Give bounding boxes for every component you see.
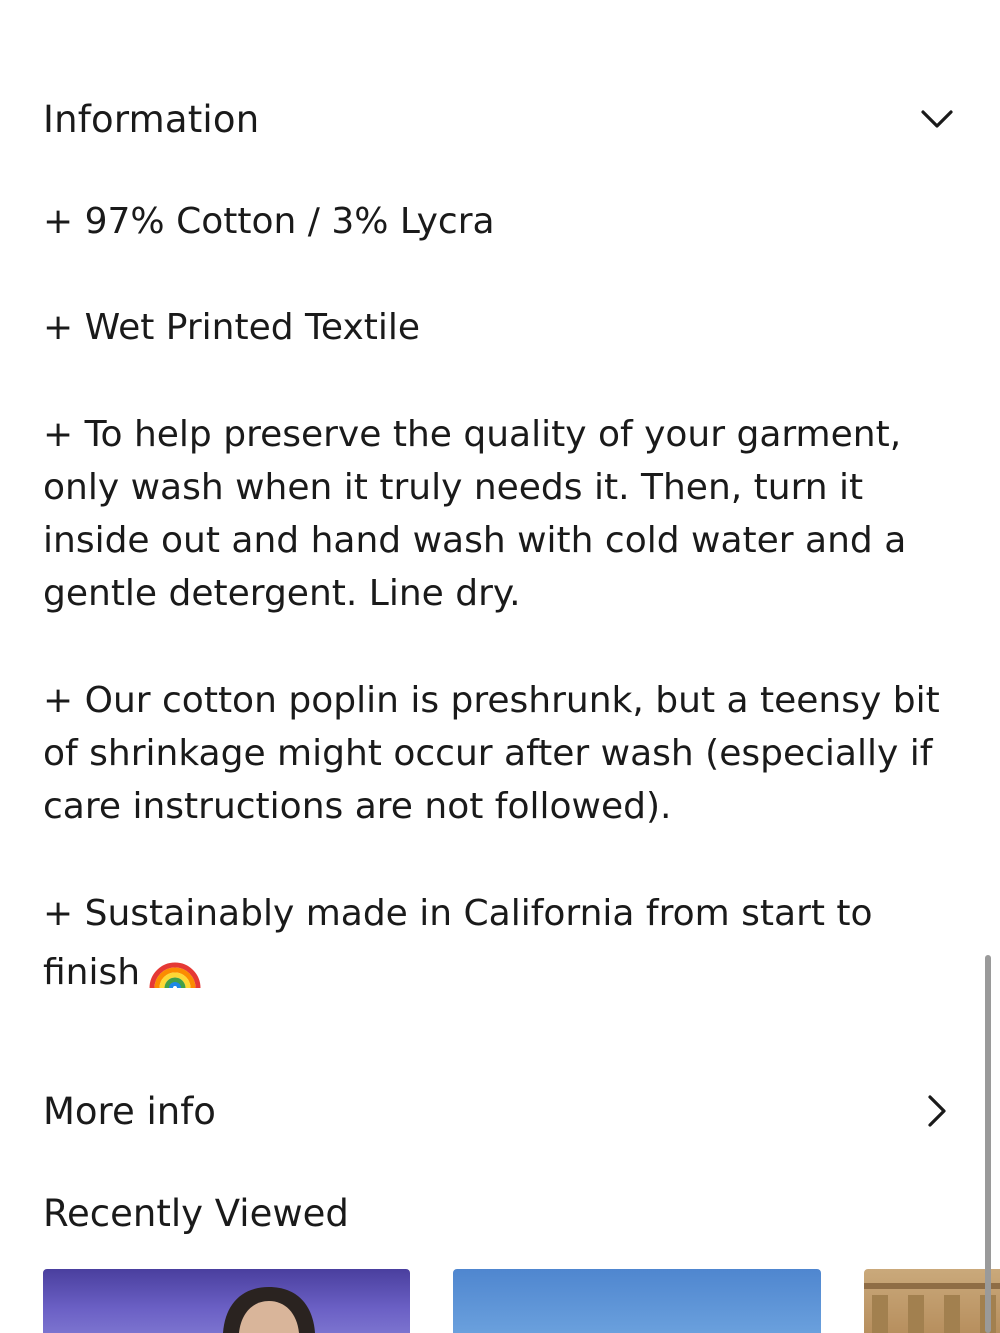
recently-viewed-title: Recently Viewed (43, 1192, 349, 1235)
rainbow-icon (148, 940, 202, 1005)
more-info-label: More info (43, 1089, 216, 1133)
scrollbar[interactable] (985, 955, 991, 1333)
recently-viewed-product-thumbnail[interactable] (43, 1269, 410, 1333)
chevron-down-icon[interactable] (919, 101, 955, 137)
detail-item: + Wet Printed Textile (43, 307, 421, 349)
detail-item: + 97% Cotton / 3% Lycra (43, 201, 495, 242)
information-accordion-header[interactable]: Information (43, 93, 955, 145)
chevron-right-icon (919, 1093, 955, 1129)
information-details: + 97% Cotton / 3% Lycra + Wet Printed Te… (43, 195, 953, 1058)
detail-item: + To help preserve the quality of your g… (43, 413, 907, 615)
recently-viewed-product-thumbnail[interactable] (864, 1269, 1000, 1333)
detail-item-last: + Sustainably made in California from st… (43, 887, 953, 1006)
information-title: Information (43, 97, 260, 141)
more-info-row[interactable]: More info (43, 1085, 955, 1137)
detail-item: + Our cotton poplin is preshrunk, but a … (43, 679, 940, 828)
recently-viewed-product-thumbnail[interactable] (453, 1269, 821, 1333)
